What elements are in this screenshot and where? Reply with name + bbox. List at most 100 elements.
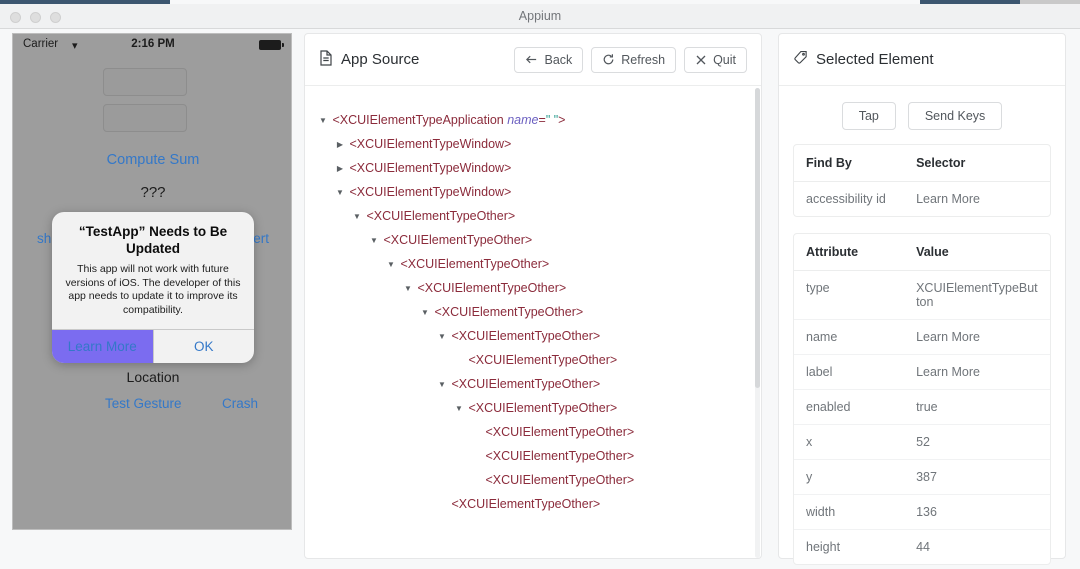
compute-sum-button[interactable]: Compute Sum xyxy=(13,152,291,168)
crash-button[interactable]: Crash xyxy=(222,396,258,411)
find-by-row[interactable]: accessibility id Learn More xyxy=(794,182,1050,217)
source-tree-node-tag: <XCUIElementTypeWindow> xyxy=(346,161,512,175)
source-tree-node-tag: <XCUIElementTypeOther> xyxy=(448,377,601,391)
ios-alert-dialog: “TestApp” Needs to Be Updated This app w… xyxy=(52,212,255,364)
send-keys-button[interactable]: Send Keys xyxy=(907,102,1003,130)
second-number-field[interactable] xyxy=(103,104,187,132)
attribute-name-cell: label xyxy=(794,354,905,390)
caret-down-icon[interactable]: ▼ xyxy=(453,397,465,421)
caret-right-icon[interactable]: ▶ xyxy=(334,133,346,157)
caret-right-icon[interactable]: ▶ xyxy=(334,157,346,181)
source-tree-node[interactable]: ▼ <XCUIElementTypeOther> xyxy=(305,228,761,252)
caret-down-icon[interactable]: ▼ xyxy=(334,181,346,205)
test-gesture-button[interactable]: Test Gesture xyxy=(105,396,182,411)
caret-down-icon[interactable]: ▼ xyxy=(419,301,431,325)
simulator-panel: Carrier ▾ 2:16 PM Compute Sum ??? sh ert… xyxy=(12,33,292,530)
sum-result-label: ??? xyxy=(140,184,166,201)
source-tree-node-tag: <XCUIElementTypeOther> xyxy=(448,497,601,511)
source-tree-node[interactable]: ▶ <XCUIElementTypeWindow> xyxy=(305,156,761,180)
source-tree-node[interactable]: ▼ <XCUIElementTypeOther> xyxy=(305,276,761,300)
caret-down-icon[interactable]: ▼ xyxy=(385,253,397,277)
source-tree-node[interactable]: ▼ <XCUIElementTypeOther> xyxy=(305,204,761,228)
selected-element-title: Selected Element xyxy=(816,51,934,68)
first-number-field[interactable] xyxy=(103,68,187,96)
attribute-row: type XCUIElementTypeButton xyxy=(794,270,1050,320)
file-icon xyxy=(319,49,333,70)
source-tree-node[interactable]: ▼ <XCUIElementTypeOther> xyxy=(305,252,761,276)
show-alert-link-left[interactable]: sh xyxy=(37,231,51,246)
window-title: Appium xyxy=(518,9,562,23)
caret-down-icon[interactable]: ▼ xyxy=(368,229,380,253)
source-tree-scrollbar[interactable] xyxy=(755,88,760,558)
caret-down-icon[interactable]: ▼ xyxy=(351,205,363,229)
app-source-header: App Source Back Refresh Quit xyxy=(305,34,761,86)
show-alert-link-right[interactable]: ert xyxy=(253,231,269,246)
source-tree-scrollbar-thumb[interactable] xyxy=(755,88,760,388)
refresh-icon xyxy=(602,53,615,66)
attribute-row: enabled true xyxy=(794,389,1050,425)
source-tree-node[interactable]: ▼ <XCUIElementTypeOther> xyxy=(305,420,761,444)
attribute-value-cell: 52 xyxy=(904,424,1050,460)
caret-down-icon[interactable]: ▼ xyxy=(402,277,414,301)
attribute-value-cell: 44 xyxy=(916,540,930,554)
source-tree-node-attr-value: " " xyxy=(545,113,559,127)
find-by-header: Find By xyxy=(794,145,905,182)
caret-down-icon[interactable]: ▼ xyxy=(436,373,448,397)
source-tree-node-tag: <XCUIElementTypeWindow> xyxy=(346,137,512,151)
find-by-body: accessibility id Learn More xyxy=(794,182,1050,217)
attribute-name-cell: width xyxy=(794,494,905,530)
source-tree-node[interactable]: ▼ <XCUIElementTypeOther> xyxy=(305,468,761,492)
attribute-row: x 52 xyxy=(794,424,1050,460)
back-button[interactable]: Back xyxy=(514,46,584,73)
source-tree-node-attr-name: name xyxy=(503,113,539,127)
attributes-header-row: Attribute Value xyxy=(794,234,1050,271)
caret-down-icon[interactable]: ▼ xyxy=(317,109,329,133)
attribute-row: height 44 xyxy=(794,530,1050,565)
source-tree-node[interactable]: ▼ <XCUIElementTypeOther> xyxy=(305,444,761,468)
source-tree-node-tag: <XCUIElementTypeOther> xyxy=(482,473,635,487)
quit-button-label: Quit xyxy=(713,52,736,67)
source-tree-node[interactable]: ▼ <XCUIElementTypeOther> xyxy=(305,348,761,372)
caret-down-icon[interactable]: ▼ xyxy=(436,325,448,349)
alert-ok-button[interactable]: OK xyxy=(152,330,255,364)
battery-icon xyxy=(259,40,284,50)
source-tree-node[interactable]: ▼ <XCUIElementTypeWindow> xyxy=(305,180,761,204)
selected-element-title-group: Selected Element xyxy=(793,50,934,69)
refresh-button[interactable]: Refresh xyxy=(591,46,677,73)
selector-header: Selector xyxy=(904,145,1050,182)
app-source-panel: App Source Back Refresh Quit ▼ <XCUIElem… xyxy=(304,33,762,559)
source-tree-node-tag: <XCUIElementTypeOther> xyxy=(431,305,584,319)
caret-placeholder: ▼ xyxy=(470,421,482,445)
source-tree-node[interactable]: ▼ <XCUIElementTypeOther> xyxy=(305,300,761,324)
attribute-value-cell: XCUIElementTypeButton xyxy=(904,270,1050,320)
find-by-strategy-cell: accessibility id xyxy=(806,192,886,206)
find-by-table: Find By Selector accessibility id Learn M… xyxy=(794,145,1050,216)
alert-learn-more-button[interactable]: Learn More xyxy=(52,330,153,364)
source-tree-node[interactable]: ▼ <XCUIElementTypeOther> xyxy=(305,492,761,516)
attribute-value-cell: 387 xyxy=(904,459,1050,495)
attribute-header: Attribute xyxy=(794,234,905,271)
source-tree-node[interactable]: ▼ <XCUIElementTypeOther> xyxy=(305,372,761,396)
alert-message: This app will not work with future versi… xyxy=(65,262,241,317)
app-source-actions: Back Refresh Quit xyxy=(514,46,747,73)
tap-button[interactable]: Tap xyxy=(841,102,896,130)
status-bar-time: 2:16 PM xyxy=(131,38,175,50)
ios-status-bar: Carrier ▾ 2:16 PM xyxy=(13,34,291,56)
source-tree-node-tag: <XCUIElementTypeWindow> xyxy=(346,185,512,199)
source-tree-node-tag: <XCUIElementTypeOther> xyxy=(380,233,533,247)
source-tree-node-tag: <XCUIElementTypeOther> xyxy=(363,209,516,223)
source-tree[interactable]: ▼ <XCUIElementTypeApplication name=" "> ▶… xyxy=(305,86,761,559)
source-tree-node-tag: <XCUIElementTypeOther> xyxy=(465,401,618,415)
source-tree-node[interactable]: ▼ <XCUIElementTypeOther> xyxy=(305,396,761,420)
attribute-name-cell: height xyxy=(806,540,841,554)
ios-simulator-screen[interactable]: Carrier ▾ 2:16 PM Compute Sum ??? sh ert… xyxy=(12,33,292,530)
source-tree-node[interactable]: ▶ <XCUIElementTypeWindow> xyxy=(305,132,761,156)
source-tree-node-tag: <XCUIElementTypeOther> xyxy=(397,257,550,271)
find-by-header-row: Find By Selector xyxy=(794,145,1050,182)
attribute-name-cell: enabled xyxy=(794,389,905,425)
source-tree-node[interactable]: ▼ <XCUIElementTypeOther> xyxy=(305,324,761,348)
attribute-value-cell: true xyxy=(904,389,1050,425)
attributes-body: type XCUIElementTypeButton name Learn More l… xyxy=(794,270,1050,565)
source-tree-node[interactable]: ▼ <XCUIElementTypeApplication name=" "> xyxy=(305,108,761,132)
quit-button[interactable]: Quit xyxy=(684,46,747,73)
